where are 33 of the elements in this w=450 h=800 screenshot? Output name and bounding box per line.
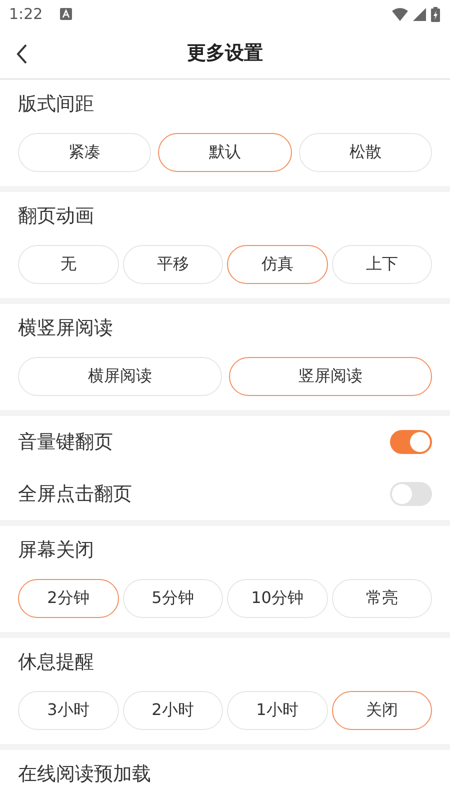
- section-title: 屏幕关闭: [18, 538, 95, 563]
- status-time: 1:22: [9, 5, 43, 23]
- signal-icon: [413, 8, 426, 20]
- section-title: 休息提醒: [18, 650, 95, 675]
- setting-label: 音量键翻页: [18, 430, 113, 455]
- toggle-switch[interactable]: [390, 430, 432, 454]
- option-button[interactable]: 2分钟: [18, 579, 118, 618]
- section-title: 版式间距: [18, 92, 95, 117]
- option-button[interactable]: 默认: [158, 133, 292, 172]
- notification-icon: [60, 8, 72, 20]
- option-button[interactable]: 竖屏阅读: [228, 357, 432, 396]
- option-button[interactable]: 横屏阅读: [18, 357, 222, 396]
- option-button[interactable]: 2小时: [122, 691, 223, 730]
- option-button[interactable]: 松散: [298, 133, 432, 172]
- page-title: 更多设置: [187, 41, 263, 66]
- option-button[interactable]: 关闭: [332, 691, 432, 730]
- option-button[interactable]: 上下: [332, 245, 432, 284]
- option-button[interactable]: 10分钟: [227, 579, 328, 618]
- setting-label: 全屏点击翻页: [18, 482, 132, 507]
- option-button[interactable]: 1小时: [227, 691, 328, 730]
- toggle-switch[interactable]: [390, 482, 432, 506]
- battery-icon: [431, 6, 440, 22]
- option-button[interactable]: 3小时: [18, 691, 118, 730]
- option-button[interactable]: 紧凑: [18, 133, 152, 172]
- wifi-icon: [392, 8, 408, 20]
- option-button[interactable]: 无: [18, 245, 118, 284]
- section-title: 在线阅读预加载: [18, 762, 152, 787]
- option-button[interactable]: 仿真: [227, 245, 328, 284]
- section-title: 横竖屏阅读: [18, 316, 114, 341]
- option-button[interactable]: 平移: [122, 245, 223, 284]
- option-button[interactable]: 5分钟: [122, 579, 223, 618]
- option-button[interactable]: 常亮: [332, 579, 432, 618]
- section-title: 翻页动画: [18, 204, 95, 229]
